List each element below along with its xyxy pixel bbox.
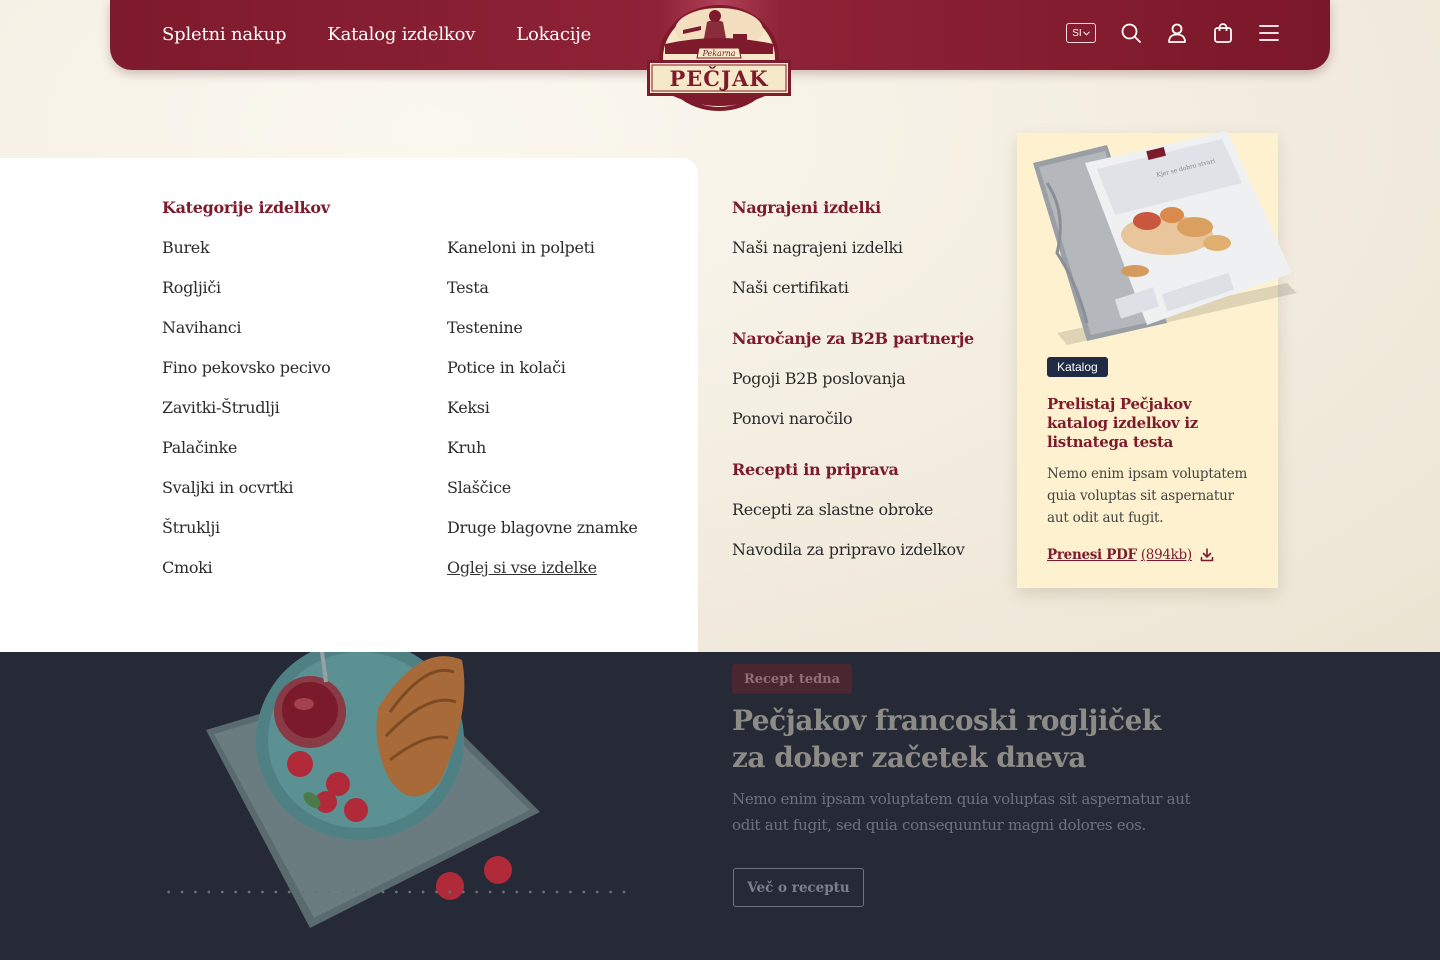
recipes-heading: Recepti in priprava [732,460,899,479]
download-pdf-label: Prenesi PDF (894kb) [1047,547,1192,563]
decorative-dots [162,890,632,894]
header-actions: SI [1066,22,1280,44]
categories-heading: Kategorije izdelkov [162,198,330,217]
recipe-of-the-week-section: Recept tedna Pečjakov francoski rogljiče… [0,652,1440,960]
preparation-instructions-link[interactable]: Navodila za pripravo izdelkov [732,540,965,559]
category-link[interactable]: Svaljki in ocvrtki [162,478,293,497]
catalog-card: Kjer se dobro stvari Katalog Prelistaj P… [1017,131,1297,588]
download-pdf-link[interactable]: Prenesi PDF (894kb) [1047,547,1214,563]
recipe-description: Nemo enim ipsam voluptatem quia voluptas… [732,790,1191,834]
products-menu-panel [0,158,698,652]
category-link[interactable]: Palačinke [162,438,237,457]
b2b-heading: Naročanje za B2B partnerje [732,329,974,348]
recipes-link[interactable]: Recepti za slastne obroke [732,500,933,519]
category-link[interactable]: Štruklji [162,518,220,537]
catalog-description: Nemo enim ipsam voluptatem quia voluptas… [1047,466,1248,526]
nav-locations[interactable]: Lokacije [516,24,591,45]
category-link[interactable]: Testenine [447,318,523,337]
reorder-link[interactable]: Ponovi naročilo [732,409,853,428]
logo-brand: PEČJAK [670,66,769,91]
recipe-week-badge: Recept tedna [732,664,852,694]
category-link[interactable]: Navihanci [162,318,242,337]
recipe-title: Pečjakov francoski rogljiček za dober za… [732,704,1161,774]
category-link[interactable]: Kaneloni in polpeti [447,238,595,257]
category-link[interactable]: Burek [162,238,210,257]
language-selector[interactable]: SI [1066,23,1096,43]
category-link[interactable]: Potice in kolači [447,358,566,377]
view-all-products-link[interactable]: Oglej si vse izdelke [447,558,597,577]
certificates-link[interactable]: Naši certifikati [732,278,849,297]
language-code: SI [1072,27,1082,39]
nav-product-catalog[interactable]: Katalog izdelkov [327,24,475,45]
category-link[interactable]: Rogljiči [162,278,221,297]
menu-icon[interactable] [1258,22,1280,44]
category-link[interactable]: Druge blagovne znamke [447,518,638,537]
catalog-title: Prelistaj Pečjakov katalog izdelkov iz l… [1047,395,1198,451]
pecjak-logo[interactable]: Pekarna PEČJAK [643,0,795,112]
nav-online-shop[interactable]: Spletni nakup [162,24,287,45]
category-link[interactable]: Fino pekovsko pecivo [162,358,331,377]
b2b-terms-link[interactable]: Pogoji B2B poslovanja [732,369,906,388]
category-link[interactable]: Slaščice [447,478,511,497]
search-icon[interactable] [1120,22,1142,44]
main-nav: Spletni nakup Katalog izdelkov Lokacije [162,24,591,45]
awarded-products-link[interactable]: Naši nagrajeni izdelki [732,238,903,257]
logo-script: Pekarna [701,49,735,58]
download-icon [1200,548,1214,562]
user-icon[interactable] [1166,22,1188,44]
category-link[interactable]: Kruh [447,438,486,457]
catalog-cover-image: Kjer se dobro stvari [1033,131,1297,345]
category-link[interactable]: Cmoki [162,558,213,577]
category-link[interactable]: Keksi [447,398,490,417]
croissant-plate-image [206,652,540,928]
cart-icon[interactable] [1212,22,1234,44]
chevron-down-icon [1082,30,1090,36]
more-about-recipe-button[interactable]: Več o receptu [733,868,864,907]
awards-heading: Nagrajeni izdelki [732,198,881,217]
category-link[interactable]: Zavitki-Štrudlji [162,398,280,417]
category-link[interactable]: Testa [447,278,489,297]
catalog-badge: Katalog [1047,357,1108,377]
